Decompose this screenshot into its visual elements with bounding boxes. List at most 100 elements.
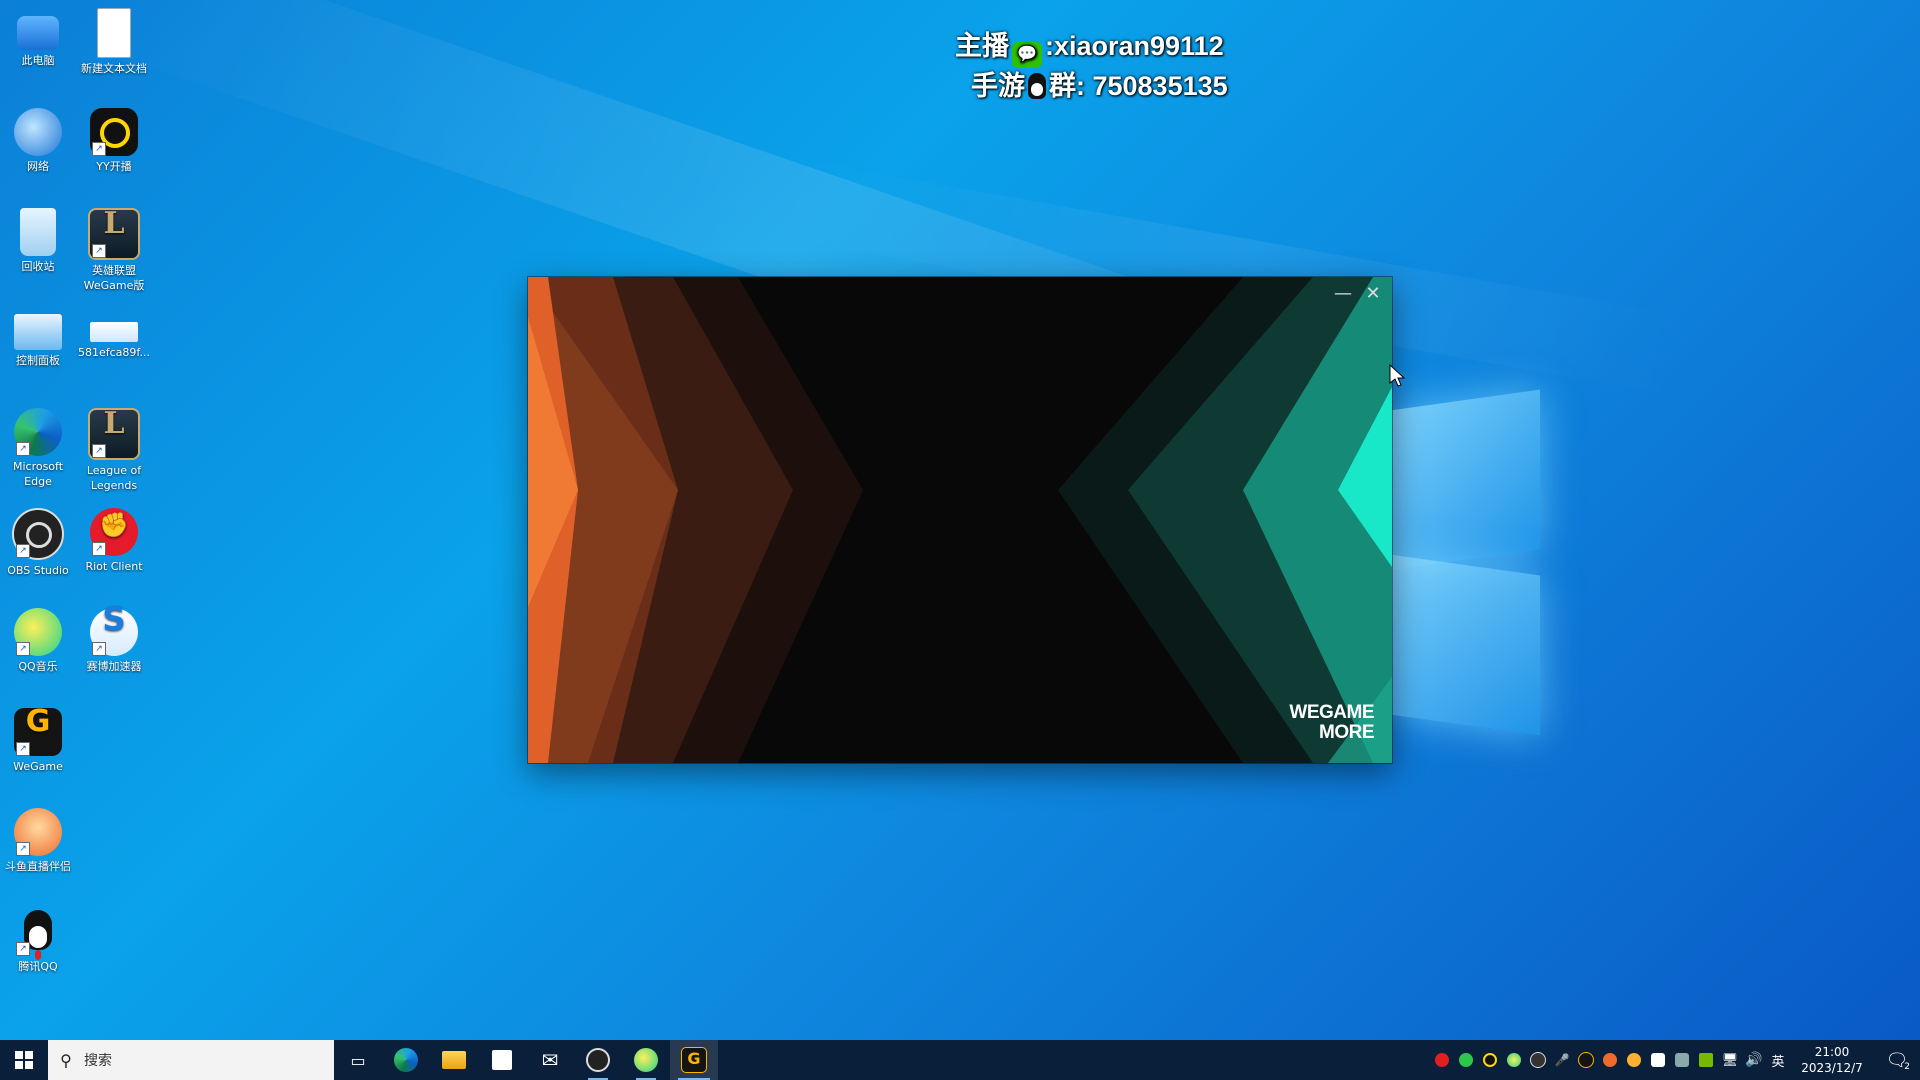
- desktop-icon-wegame[interactable]: ↗ WeGame: [1, 708, 75, 774]
- desktop-icon-league-of-legends[interactable]: ↗ League of Legends: [77, 408, 151, 493]
- search-placeholder: 搜索: [84, 1053, 112, 1069]
- desktop-icon-label: 英雄联盟: [92, 264, 136, 277]
- taskbar-obs-button[interactable]: [574, 1040, 622, 1080]
- desktop-icon-yy-live[interactable]: ↗ YY开播: [77, 108, 151, 174]
- accelerator-icon: [1627, 1053, 1641, 1067]
- tray-item[interactable]: 🖥: [1718, 1040, 1742, 1080]
- taskbar: ⚲ 搜索 ▭ ✉ G 🎤 🖥 🔊 英 21:00 2023/12/7 🗨 2: [0, 1040, 1920, 1080]
- desktop: 主播 💬:xiaoran99112 手游 群: 750835135 此电脑 新建文本…: [0, 0, 1920, 1080]
- qq-music-icon: [1507, 1053, 1521, 1067]
- desktop-icon-label: YY开播: [96, 160, 132, 173]
- desktop-icon-qq[interactable]: ↗ 腾讯QQ: [1, 908, 75, 974]
- file-icon: [90, 322, 138, 342]
- desktop-icon-recycle-bin[interactable]: 回收站: [1, 208, 75, 274]
- tray-item[interactable]: 🎤: [1550, 1040, 1574, 1080]
- tray-item[interactable]: [1574, 1040, 1598, 1080]
- computer-icon: [17, 16, 59, 50]
- taskbar-qq-music-button[interactable]: [622, 1040, 670, 1080]
- shield-icon: [1651, 1053, 1665, 1067]
- edge-icon: ↗: [14, 408, 62, 456]
- taskbar-clock[interactable]: 21:00 2023/12/7: [1796, 1044, 1868, 1076]
- wegame-splash-window[interactable]: — ✕ WEGAME MORE: [528, 277, 1392, 763]
- desktop-icon-edge[interactable]: ↗ Microsoft Edge: [1, 408, 75, 489]
- overlay-group-number: 群: 750835135: [1049, 71, 1228, 101]
- desktop-icon-label: 网络: [27, 160, 49, 173]
- network-icon: 🖥: [1721, 1052, 1739, 1068]
- tray-item[interactable]: [1646, 1040, 1670, 1080]
- recycle-bin-icon: [20, 208, 56, 256]
- notification-center-button[interactable]: 🗨 2: [1874, 1040, 1920, 1080]
- text-document-icon: [97, 8, 131, 58]
- input-language-indicator[interactable]: 英: [1766, 1051, 1790, 1070]
- close-button[interactable]: ✕: [1358, 281, 1388, 307]
- douyu-icon: ↗: [14, 808, 62, 856]
- wegame-icon: ↗: [14, 708, 62, 756]
- minimize-button[interactable]: —: [1328, 281, 1358, 307]
- desktop-icon-label: QQ音乐: [18, 660, 58, 673]
- nvidia-icon: [1699, 1053, 1713, 1067]
- desktop-icon-accelerator[interactable]: ↗ 赛博加速器: [77, 608, 151, 674]
- yy-live-icon: ↗: [90, 108, 138, 156]
- overlay-mobile-label: 手游: [971, 71, 1025, 101]
- wegame-icon: G: [681, 1047, 707, 1073]
- tray-item[interactable]: [1694, 1040, 1718, 1080]
- desktop-icon-riot-client[interactable]: ↗ Riot Client: [77, 508, 151, 574]
- mail-icon: ✉: [541, 1048, 559, 1072]
- search-icon: ⚲: [60, 1050, 72, 1070]
- desktop-icon-douyu[interactable]: ↗ 斗鱼直播伴侣: [1, 808, 75, 874]
- league-of-legends-icon: ↗: [88, 408, 140, 460]
- tray-item[interactable]: 🔊: [1742, 1040, 1766, 1080]
- yy-icon: [1483, 1053, 1497, 1067]
- qq-music-icon: ↗: [14, 608, 62, 656]
- desktop-icon-network[interactable]: 网络: [1, 108, 75, 174]
- desktop-icon-file[interactable]: 581efca89f...: [77, 308, 151, 360]
- stream-overlay-text: 主播 💬:xiaoran99112 手游 群: 750835135: [955, 28, 1228, 104]
- windows-start-icon: [15, 1051, 33, 1069]
- brand-line2: MORE: [1319, 722, 1374, 743]
- obs-icon: [1530, 1052, 1546, 1068]
- task-view-button[interactable]: ▭: [334, 1040, 382, 1080]
- tray-item[interactable]: [1670, 1040, 1694, 1080]
- desktop-icon-league-wegame[interactable]: ↗ 英雄联盟 WeGame版: [77, 208, 151, 293]
- desktop-icon-new-text-document[interactable]: 新建文本文档: [77, 8, 151, 76]
- tray-item[interactable]: [1622, 1040, 1646, 1080]
- taskbar-store-button[interactable]: [478, 1040, 526, 1080]
- riot-client-icon: ↗: [90, 508, 138, 556]
- system-tray: 🎤 🖥 🔊 英 21:00 2023/12/7 🗨 2: [1430, 1040, 1920, 1080]
- volume-icon: 🔊: [1745, 1052, 1763, 1068]
- desktop-icon-control-panel[interactable]: 控制面板: [1, 308, 75, 368]
- accelerator-icon: ↗: [90, 608, 138, 656]
- taskbar-mail-button[interactable]: ✉: [526, 1040, 574, 1080]
- brand-line1: WEGAME: [1289, 702, 1374, 723]
- desktop-icon-label: OBS Studio: [7, 564, 69, 577]
- desktop-icon-label: League of: [86, 464, 142, 477]
- desktop-icon-obs-studio[interactable]: ↗ OBS Studio: [1, 508, 75, 578]
- desktop-icon-label: Microsoft: [12, 460, 64, 473]
- taskbar-wegame-button[interactable]: G: [670, 1040, 718, 1080]
- qq-penguin-icon: [1028, 73, 1046, 99]
- tray-item[interactable]: [1478, 1040, 1502, 1080]
- tray-item[interactable]: [1454, 1040, 1478, 1080]
- start-button[interactable]: [0, 1040, 48, 1080]
- control-panel-icon: [14, 314, 62, 350]
- desktop-icon-label-line2: Edge: [24, 475, 52, 488]
- task-view-icon: ▭: [350, 1050, 366, 1070]
- taskbar-file-explorer-button[interactable]: [430, 1040, 478, 1080]
- tray-item[interactable]: [1430, 1040, 1454, 1080]
- desktop-icon-label: 581efca89f...: [78, 346, 150, 359]
- tray-item[interactable]: [1502, 1040, 1526, 1080]
- edge-icon: [394, 1048, 418, 1072]
- taskbar-search-box[interactable]: ⚲ 搜索: [48, 1040, 334, 1080]
- store-icon: [492, 1050, 512, 1070]
- taskbar-edge-button[interactable]: [382, 1040, 430, 1080]
- overlay-host-label: 主播: [955, 31, 1009, 61]
- tray-item[interactable]: [1598, 1040, 1622, 1080]
- tray-item[interactable]: [1526, 1040, 1550, 1080]
- desktop-icon-label-line2: Legends: [90, 479, 138, 492]
- record-icon: [1435, 1053, 1449, 1067]
- desktop-icon-qq-music[interactable]: ↗ QQ音乐: [1, 608, 75, 674]
- desktop-icon-this-pc[interactable]: 此电脑: [1, 8, 75, 68]
- app-tray-icon: [1675, 1053, 1689, 1067]
- microphone-icon: 🎤: [1554, 1053, 1570, 1067]
- wegame-icon: [1578, 1052, 1594, 1068]
